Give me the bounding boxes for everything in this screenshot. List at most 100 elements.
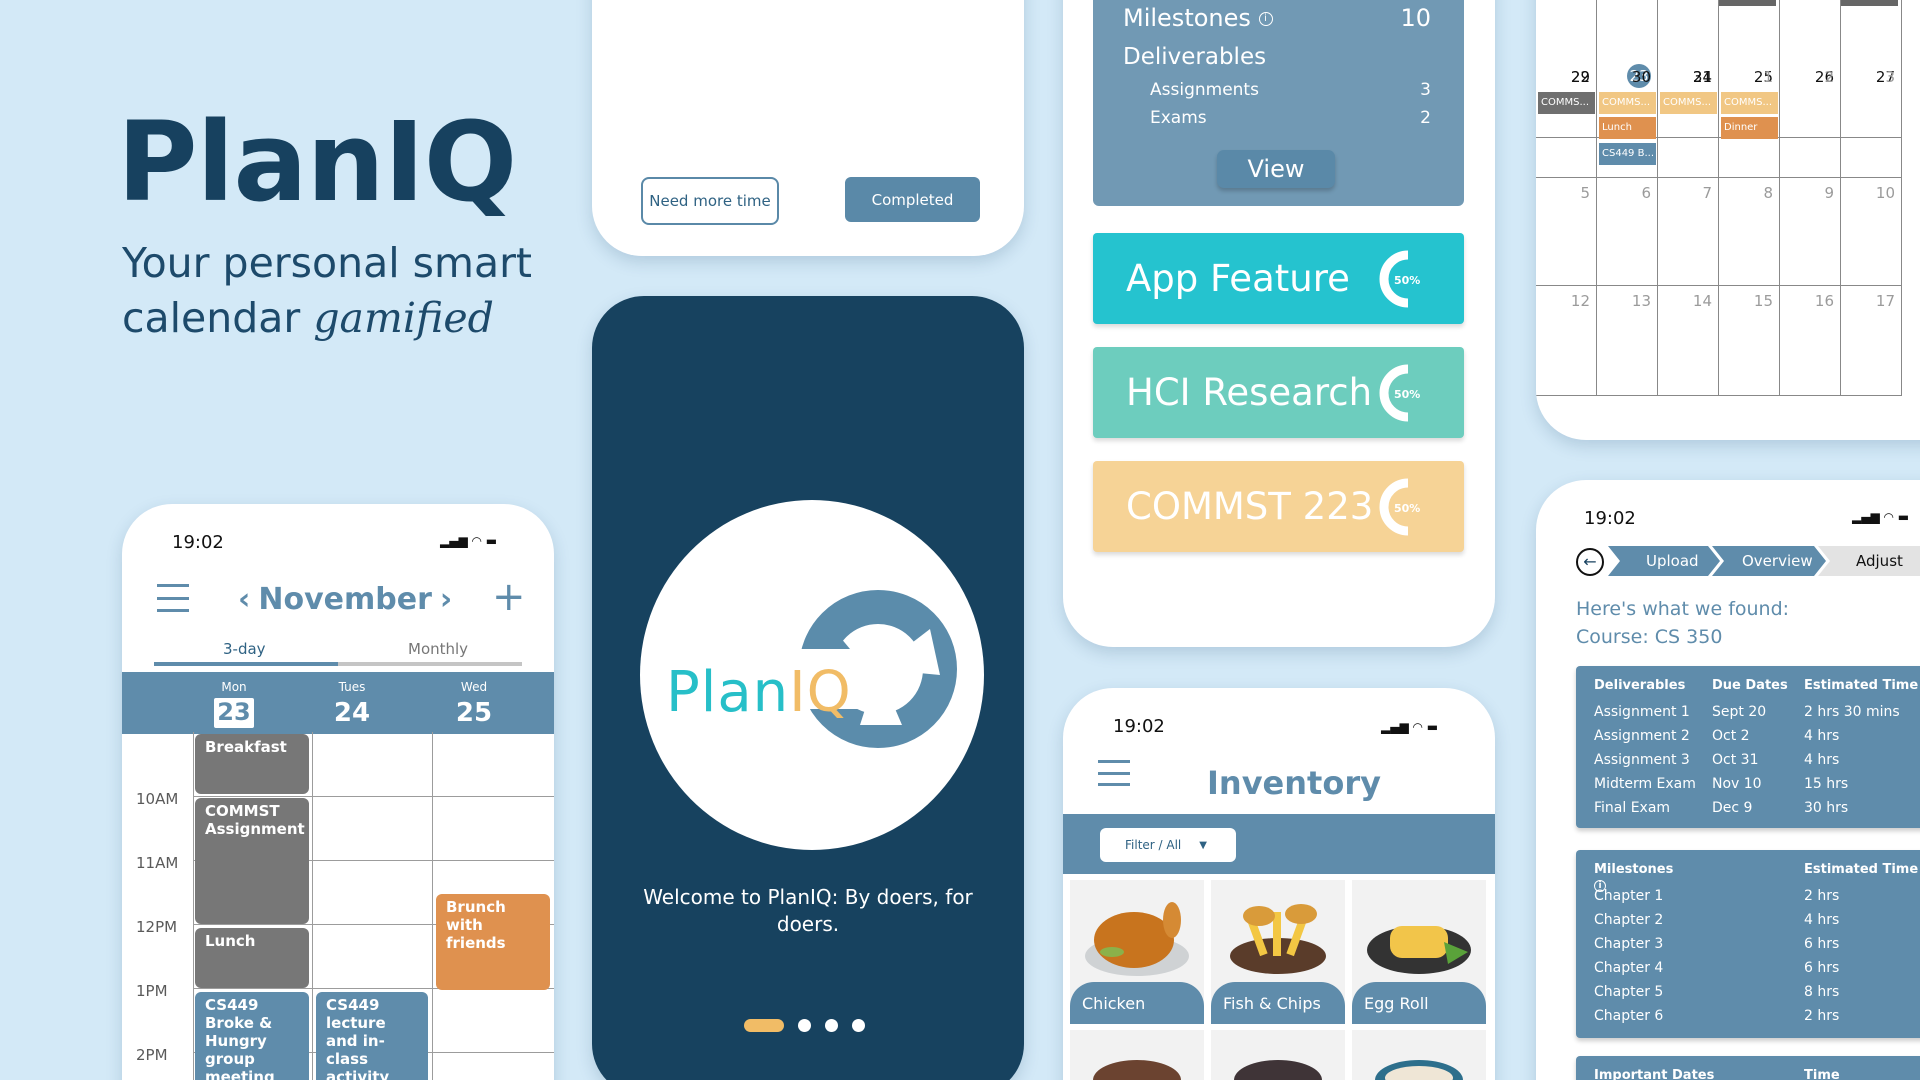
app-tagline: Your personal smart calendar gamified: [122, 236, 562, 346]
table-row[interactable]: Midterm Exam Nov 10 15 hrs: [1594, 776, 1848, 792]
event-chip[interactable]: CS449 B...: [1599, 143, 1656, 165]
today-date[interactable]: 23: [214, 698, 254, 728]
inventory-item-egg-roll[interactable]: Egg Roll: [1352, 880, 1486, 1024]
table-cell: 2 hrs: [1804, 888, 1840, 904]
grid-line: [193, 732, 194, 1080]
status-icons: ▂▄▆ ◠ ▬: [1852, 510, 1910, 524]
table-row[interactable]: Chapter 5 8 hrs: [1594, 984, 1839, 1000]
table-row[interactable]: Assignment 2 Oct 2 4 hrs: [1594, 728, 1839, 744]
calendar-day-cell[interactable]: 17: [1841, 286, 1902, 396]
monthly-calendar: 22 23 24 25 26 27 29 30 31 1 2 3 5 6 7 8 9 10 12 13 14 15 16 17…: [1536, 0, 1920, 440]
page-dot[interactable]: [798, 1019, 811, 1032]
calendar-day-cell[interactable]: 29: [1536, 62, 1597, 178]
table-row[interactable]: Chapter 1 2 hrs: [1594, 888, 1839, 904]
event-chip[interactable]: Dinner: [1721, 117, 1778, 139]
table-row[interactable]: Chapter 4 6 hrs: [1594, 960, 1839, 976]
inventory-item-chicken[interactable]: Chicken: [1070, 880, 1204, 1024]
day-date[interactable]: 25: [444, 698, 504, 728]
event-chip[interactable]: Lunch: [1599, 117, 1656, 139]
calendar-day-cell[interactable]: 12: [1536, 286, 1597, 396]
day-date[interactable]: 24: [322, 698, 382, 728]
inventory-item[interactable]: [1352, 1030, 1486, 1080]
view-button[interactable]: View: [1217, 150, 1335, 188]
event-chip[interactable]: COMMS...: [1660, 92, 1717, 114]
table-cell: 8 hrs: [1804, 984, 1840, 1000]
welcome-message: Welcome to PlanIQ: By doers, for doers.: [643, 885, 973, 936]
tab-monthly[interactable]: Monthly: [408, 640, 468, 658]
page-indicator[interactable]: [744, 1019, 865, 1032]
step-overview[interactable]: Overview: [1742, 552, 1813, 570]
menu-icon[interactable]: [157, 584, 189, 612]
table-row[interactable]: Chapter 3 6 hrs: [1594, 936, 1839, 952]
page-dot[interactable]: [852, 1019, 865, 1032]
table-cell: Nov 10: [1712, 776, 1762, 792]
calendar-day-cell[interactable]: 8: [1719, 178, 1780, 286]
tab-indicator: [154, 662, 338, 666]
item-label: Fish & Chips: [1211, 982, 1345, 1024]
table-row[interactable]: Assignment 3 Oct 31 4 hrs: [1594, 752, 1839, 768]
event-chip[interactable]: COMMS...: [1538, 92, 1595, 114]
calendar-day-cell[interactable]: 10: [1841, 178, 1902, 286]
step-adjust[interactable]: Adjust: [1856, 552, 1903, 570]
milestones-count: 10: [1400, 4, 1431, 32]
event-chip[interactable]: COMMS...: [1599, 92, 1656, 114]
calendar-day-cell[interactable]: 15: [1719, 286, 1780, 396]
table-cell: Final Exam: [1594, 800, 1671, 816]
table-cell: Assignment 1: [1594, 704, 1690, 720]
calendar-day-cell[interactable]: 2: [1780, 62, 1841, 178]
project-card-app-feature[interactable]: App Feature 50%: [1093, 233, 1464, 324]
menu-icon[interactable]: [1098, 760, 1130, 786]
table-cell: 30 hrs: [1804, 800, 1849, 816]
inventory-item-fish-chips[interactable]: Fish & Chips: [1211, 880, 1345, 1024]
event-block-cs449-meeting[interactable]: CS449 Broke & Hungry group meeting: [195, 992, 309, 1080]
inventory-item[interactable]: [1070, 1030, 1204, 1080]
add-icon[interactable]: +: [492, 574, 526, 620]
tab-three-day[interactable]: 3-day: [223, 640, 266, 658]
event-block-brunch[interactable]: Brunch with friends: [436, 894, 550, 990]
table-row[interactable]: Chapter 6 2 hrs: [1594, 1008, 1839, 1024]
calendar-day-cell[interactable]: 5: [1536, 178, 1597, 286]
calendar-day-cell[interactable]: 14: [1658, 286, 1719, 396]
project-card-commst-223[interactable]: COMMST 223 50%: [1093, 461, 1464, 552]
event-block-breakfast[interactable]: Breakfast: [195, 734, 309, 794]
event-chip[interactable]: COMMS...: [1721, 92, 1778, 114]
tagline-line1: Your personal smart: [122, 239, 532, 287]
calendar-day-cell[interactable]: 7: [1658, 178, 1719, 286]
inventory-item[interactable]: [1211, 1030, 1345, 1080]
stats-summary: Milestones i 10 Deliverables Assignments…: [1093, 0, 1464, 206]
table-row[interactable]: Assignment 1 Sept 20 2 hrs 30 mins: [1594, 704, 1900, 720]
table-row[interactable]: Chapter 2 4 hrs: [1594, 912, 1839, 928]
project-card-hci-research[interactable]: HCI Research 50%: [1093, 347, 1464, 438]
event-block-commst[interactable]: COMMST Assignment: [195, 798, 309, 924]
chevron-left-icon[interactable]: ‹: [238, 582, 250, 617]
time-label: 11AM: [136, 854, 179, 872]
table-row[interactable]: Final Exam Dec 9 30 hrs: [1594, 800, 1848, 816]
filter-dropdown[interactable]: Filter / All ▼: [1100, 828, 1236, 862]
calendar-day-cell[interactable]: 16: [1780, 286, 1841, 396]
day-number: 16: [1814, 292, 1834, 310]
chevron-right-icon[interactable]: ›: [440, 582, 452, 617]
deliverables-label: Deliverables: [1123, 44, 1267, 70]
need-more-time-button[interactable]: Need more time: [641, 177, 779, 225]
page-dot[interactable]: [744, 1019, 784, 1032]
info-icon[interactable]: i: [1258, 12, 1273, 26]
day-number: 15: [1753, 292, 1773, 310]
event-block-lunch[interactable]: Lunch: [195, 928, 309, 988]
back-icon[interactable]: ←: [1576, 548, 1604, 576]
calendar-day-cell[interactable]: 31: [1658, 62, 1719, 178]
calendar-day-cell[interactable]: 3: [1841, 62, 1902, 178]
completed-button[interactable]: Completed: [845, 177, 980, 222]
calendar-day-cell[interactable]: 9: [1780, 178, 1841, 286]
table-cell: Dec 9: [1712, 800, 1753, 816]
page-dot[interactable]: [825, 1019, 838, 1032]
day-number: 30: [1631, 68, 1651, 86]
step-upload[interactable]: Upload: [1646, 552, 1699, 570]
calendar-day-cell[interactable]: 6: [1597, 178, 1658, 286]
tagline-italic: gamified: [313, 294, 494, 342]
day-number: 8: [1763, 184, 1773, 202]
month-label: November: [258, 582, 432, 617]
table-cell: Assignment 3: [1594, 752, 1690, 768]
status-icons: ▂▄▆ ◠ ▬: [440, 534, 498, 548]
calendar-day-cell[interactable]: 13: [1597, 286, 1658, 396]
event-block-cs449-lecture[interactable]: CS449 lecture and in-class activity: [316, 992, 428, 1080]
